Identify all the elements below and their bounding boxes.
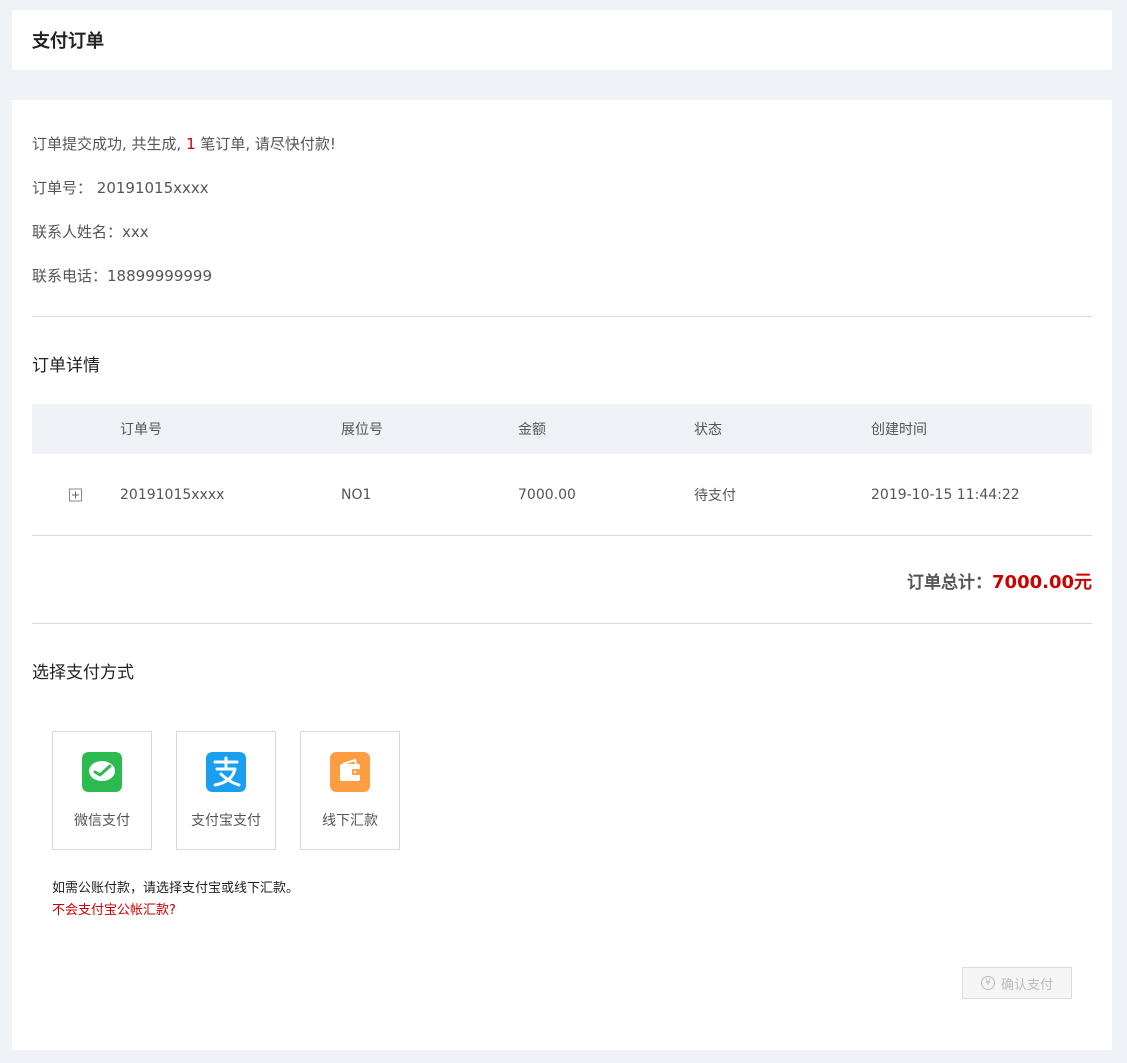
order-number-value: 20191015xxxx — [96, 179, 209, 197]
offline-transfer-label: 线下汇款 — [322, 813, 378, 829]
column-header-order-no: 订单号 — [120, 422, 162, 438]
row-status: 待支付 — [694, 488, 736, 504]
divider — [32, 535, 1092, 536]
column-header-created: 创建时间 — [871, 422, 927, 438]
order-details-title: 订单详情 — [32, 356, 100, 376]
confirm-payment-button[interactable]: ¥ 确认支付 — [962, 967, 1072, 999]
confirm-payment-label: 确认支付 — [1000, 977, 1053, 993]
yen-icon: ¥ — [980, 976, 995, 990]
order-count: 1 — [186, 135, 196, 153]
row-created: 2019-10-15 11:44:22 — [871, 487, 1020, 503]
divider — [32, 316, 1092, 317]
phone-label: 联系电话： — [32, 267, 108, 285]
order-total-label: 订单总计： — [907, 573, 993, 593]
submit-message: 订单提交成功, 共生成, 1 笔订单, 请尽快付款! — [32, 133, 336, 154]
column-header-booth: 展位号 — [341, 422, 383, 438]
offline-transfer-option[interactable]: 线下汇款 — [300, 731, 400, 850]
order-total-amount: 7000.00元 — [992, 572, 1092, 593]
order-total: 订单总计：7000.00元 — [907, 568, 1092, 594]
order-table-header: 订单号 展位号 金额 状态 创建时间 — [32, 404, 1092, 454]
row-amount: 7000.00 — [518, 487, 576, 503]
expand-plus-icon[interactable] — [69, 488, 82, 502]
page-header: 支付订单 — [12, 10, 1112, 70]
phone-value: 18899999999 — [107, 267, 212, 285]
payment-note: 如需公账付款，请选择支付宝或线下汇款。 — [52, 881, 300, 896]
wechat-pay-icon — [82, 752, 122, 792]
column-header-status: 状态 — [694, 422, 722, 438]
contact-name-label: 联系人姓名： — [32, 223, 123, 241]
page-title: 支付订单 — [32, 31, 104, 52]
alipay-label: 支付宝支付 — [191, 813, 261, 829]
submit-message-prefix: 订单提交成功, 共生成, — [32, 135, 187, 153]
submit-message-suffix: 笔订单, 请尽快付款! — [195, 135, 336, 153]
contact-name-line: 联系人姓名：xxx — [32, 221, 149, 242]
row-booth: NO1 — [341, 487, 372, 503]
divider — [32, 623, 1092, 624]
order-number-line: 订单号： 20191015xxxx — [32, 177, 209, 198]
contact-name-value: xxx — [122, 223, 149, 241]
wechat-pay-label: 微信支付 — [74, 813, 130, 829]
phone-line: 联系电话：18899999999 — [32, 265, 212, 286]
alipay-help-link[interactable]: 不会支付宝公帐汇款? — [52, 899, 176, 918]
row-order-no: 20191015xxxx — [120, 487, 225, 503]
alipay-icon — [206, 752, 246, 792]
wechat-pay-option[interactable]: 微信支付 — [52, 731, 152, 850]
column-header-amount: 金额 — [518, 422, 546, 438]
table-row: 20191015xxxx NO1 7000.00 待支付 2019-10-15 … — [32, 454, 1092, 536]
wallet-icon — [330, 752, 370, 792]
payment-method-title: 选择支付方式 — [32, 663, 134, 683]
order-panel: 订单提交成功, 共生成, 1 笔订单, 请尽快付款! 订单号： 20191015… — [12, 100, 1112, 1050]
alipay-option[interactable]: 支付宝支付 — [176, 731, 276, 850]
order-number-label: 订单号： — [32, 179, 93, 197]
